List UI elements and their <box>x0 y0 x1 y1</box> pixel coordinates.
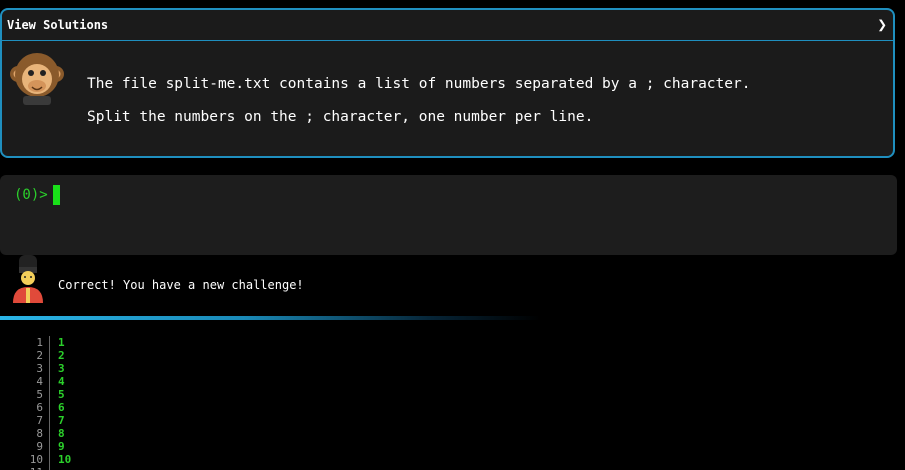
output-value: 9 <box>58 440 65 453</box>
output-row: 5 5 <box>0 388 905 401</box>
challenge-panel: View Solutions ❯ The file split-me.txt c… <box>0 8 895 158</box>
view-solutions-title[interactable]: View Solutions <box>7 18 108 32</box>
line-number: 6 <box>36 401 43 414</box>
line-number: 3 <box>36 362 43 375</box>
output-row: 1 1 <box>0 336 905 349</box>
output-row: 4 4 <box>0 375 905 388</box>
output-row: 8 8 <box>0 427 905 440</box>
divider <box>0 316 540 320</box>
terminal-input[interactable]: (0)> <box>0 175 897 255</box>
output-row: 9 9 <box>0 440 905 453</box>
line-number: 4 <box>36 375 43 388</box>
output-value: 3 <box>58 362 65 375</box>
output-row: 2 2 <box>0 349 905 362</box>
line-number: 5 <box>36 388 43 401</box>
line-number: 8 <box>36 427 43 440</box>
terminal-prompt: (0)> <box>14 187 48 203</box>
output-value: 10 <box>58 453 72 466</box>
output-value: 6 <box>58 401 65 414</box>
line-number: 7 <box>36 414 43 427</box>
text-cursor <box>53 185 60 205</box>
output-row: 6 6 <box>0 401 905 414</box>
line-number: 11 <box>0 466 43 470</box>
output-panel: 1 1 2 2 3 3 4 4 5 5 6 6 7 7 8 8 9 9 10 1… <box>0 336 905 470</box>
line-number: 1 <box>36 336 43 349</box>
output-value: 2 <box>58 349 65 362</box>
output-row: 3 3 <box>0 362 905 375</box>
line-number: 9 <box>36 440 43 453</box>
output-value: 4 <box>58 375 65 388</box>
line-number: 10 <box>29 453 43 466</box>
output-row: 11 <box>0 466 905 470</box>
output-value: 8 <box>58 427 65 440</box>
guard-icon <box>13 255 43 303</box>
line-number: 2 <box>36 349 43 362</box>
instruction-text-1: The file split-me.txt contains a list of… <box>87 76 751 92</box>
output-value: 1 <box>58 336 65 349</box>
chevron-right-icon[interactable]: ❯ <box>877 15 887 34</box>
feedback-message: Correct! You have a new challenge! <box>58 278 304 292</box>
panel-header[interactable]: View Solutions ❯ <box>2 10 893 41</box>
monkey-icon <box>10 53 64 105</box>
output-value: 7 <box>58 414 65 427</box>
output-row: 7 7 <box>0 414 905 427</box>
output-row: 10 10 <box>0 453 905 466</box>
instruction-text-2: Split the numbers on the ; character, on… <box>87 109 594 125</box>
output-value: 5 <box>58 388 65 401</box>
